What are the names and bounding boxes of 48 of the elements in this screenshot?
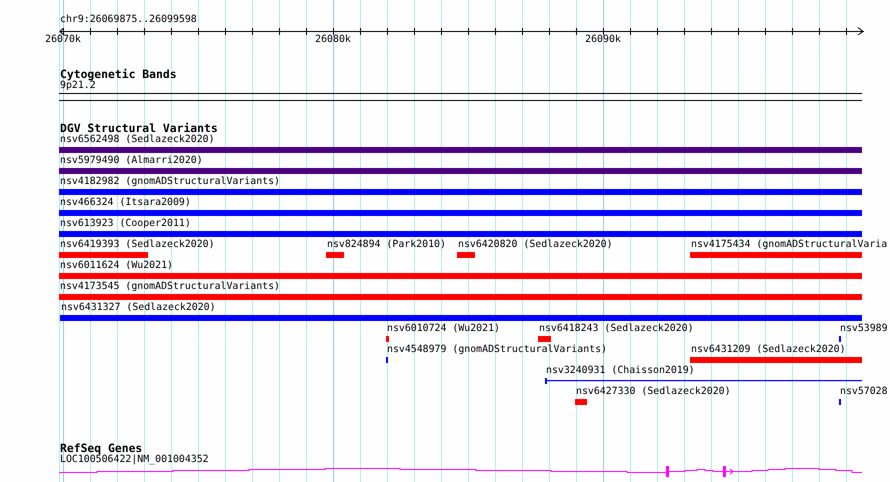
variant-bar[interactable] <box>59 189 862 195</box>
variant-label: nsv466324 (Itsara2009) <box>60 197 191 209</box>
variant-label: nsv3240931 (Chaisson2019) <box>546 365 695 377</box>
variant-label: nsv824894 (Park2010) <box>327 239 446 251</box>
variant-bar[interactable] <box>59 252 148 258</box>
variant-bar[interactable] <box>690 357 862 363</box>
track-title: RefSeq Genes <box>60 442 142 454</box>
variant-label: nsv4548979 (gnomADStructuralVariants) <box>387 344 607 356</box>
gene-label: LOC100506422|NM_001004352 <box>60 454 210 466</box>
variant-bar[interactable] <box>59 168 862 174</box>
variant-label: nsv613923 (Cooper2011) <box>60 218 191 230</box>
variant-label: nsv6011624 (Wu2021) <box>60 260 173 272</box>
band-label: 9p21.2 <box>60 80 96 92</box>
variant-bar[interactable] <box>59 147 862 153</box>
chromosome-band[interactable] <box>59 93 862 101</box>
variant-bar[interactable] <box>59 231 862 237</box>
variant-bar[interactable] <box>690 252 862 258</box>
variant-label: nsv4175434 (gnomADStructuralVaria <box>691 239 888 251</box>
variant-label: nsv57028 <box>840 386 888 398</box>
variant-bar[interactable] <box>457 252 475 258</box>
variant-label: nsv6010724 (Wu2021) <box>387 323 500 335</box>
variant-bar[interactable] <box>575 399 587 405</box>
variant-label: nsv6562498 (Sedlazeck2020) <box>60 134 215 146</box>
variant-bar[interactable] <box>60 315 862 321</box>
variant-label: nsv4173545 (gnomADStructuralVariants) <box>60 281 280 293</box>
axis-tick-label: 26090k <box>585 34 621 46</box>
variant-bar[interactable] <box>59 294 862 300</box>
variant-label: nsv4182982 (gnomADStructuralVariants) <box>60 176 280 188</box>
axis-tick-label: 26080k <box>315 34 351 46</box>
variant-bar[interactable] <box>386 336 389 342</box>
variant-bar[interactable] <box>59 273 862 279</box>
variant-label: nsv53989 <box>840 323 888 335</box>
variant-line[interactable] <box>545 378 862 384</box>
track-title: DGV Structural Variants <box>60 122 219 134</box>
locus-label: chr9:26069875..26099598 <box>60 14 198 26</box>
track-title: Cytogenetic Bands <box>60 68 178 80</box>
variant-label: nsv5979490 (Almarri2020) <box>60 155 203 167</box>
variant-label: nsv6427330 (Sedlazeck2020) <box>576 386 731 398</box>
variant-label: nsv6431327 (Sedlazeck2020) <box>61 302 216 314</box>
variant-label: nsv6419393 (Sedlazeck2020) <box>60 239 215 251</box>
gene-model-drawing[interactable] <box>59 466 862 479</box>
variant-bar[interactable] <box>59 210 862 216</box>
variant-label: nsv6420820 (Sedlazeck2020) <box>458 239 613 251</box>
variant-label: nsv6431209 (Sedlazeck2020) <box>691 344 846 356</box>
variant-label: nsv6418243 (Sedlazeck2020) <box>539 323 694 335</box>
variant-bar[interactable] <box>326 252 344 258</box>
axis-tick-label: 26070k <box>45 34 81 46</box>
variant-bar[interactable] <box>538 336 551 342</box>
